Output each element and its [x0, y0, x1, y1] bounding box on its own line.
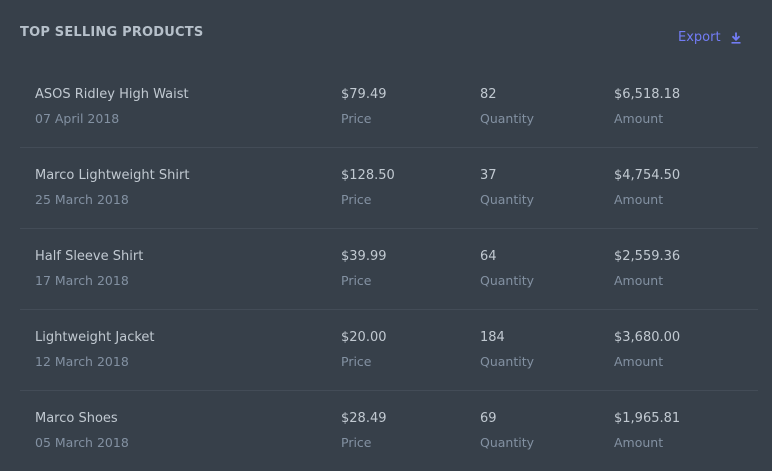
price-label: Price	[341, 111, 372, 126]
product-name: Half Sleeve Shirt	[35, 249, 144, 264]
product-date: 25 March 2018	[35, 192, 129, 207]
table-row[interactable]: Lightweight Jacket 12 March 2018 $20.00 …	[20, 310, 758, 391]
product-date: 07 April 2018	[35, 111, 120, 126]
export-label: Export	[678, 30, 721, 45]
quantity-value: 82	[480, 87, 497, 102]
product-cell: Marco Lightweight Shirt 25 March 2018	[35, 168, 189, 208]
quantity-label: Quantity	[480, 273, 535, 288]
table-row[interactable]: Marco Lightweight Shirt 25 March 2018 $1…	[20, 148, 758, 229]
amount-value: $3,680.00	[614, 330, 681, 345]
quantity-value: 64	[480, 249, 497, 264]
price-cell: $128.50 Price	[341, 168, 395, 208]
price-value: $20.00	[341, 330, 387, 345]
quantity-value: 37	[480, 168, 497, 183]
price-value: $28.49	[341, 411, 387, 426]
quantity-cell: 37 Quantity	[480, 168, 534, 208]
amount-cell: $1,965.81 Amount	[614, 411, 680, 451]
amount-cell: $3,680.00 Amount	[614, 330, 680, 370]
price-value: $39.99	[341, 249, 387, 264]
price-label: Price	[341, 273, 372, 288]
price-label: Price	[341, 354, 372, 369]
product-name: ASOS Ridley High Waist	[35, 87, 189, 102]
product-cell: Lightweight Jacket 12 March 2018	[35, 330, 155, 370]
amount-value: $1,965.81	[614, 411, 681, 426]
price-value: $79.49	[341, 87, 387, 102]
product-cell: Half Sleeve Shirt 17 March 2018	[35, 249, 143, 289]
amount-cell: $6,518.18 Amount	[614, 87, 680, 127]
quantity-cell: 69 Quantity	[480, 411, 534, 451]
product-date: 05 March 2018	[35, 435, 129, 450]
amount-label: Amount	[614, 354, 664, 369]
product-cell: Marco Shoes 05 March 2018	[35, 411, 129, 451]
amount-cell: $4,754.50 Amount	[614, 168, 680, 208]
top-selling-products-card: TOP SELLING PRODUCTS Export ASOS Ridley …	[0, 0, 772, 468]
product-cell: ASOS Ridley High Waist 07 April 2018	[35, 87, 189, 127]
quantity-cell: 64 Quantity	[480, 249, 534, 289]
price-cell: $20.00 Price	[341, 330, 387, 370]
amount-cell: $2,559.36 Amount	[614, 249, 680, 289]
quantity-cell: 184 Quantity	[480, 330, 534, 370]
table-row[interactable]: Marco Shoes 05 March 2018 $28.49 Price 6…	[20, 391, 758, 471]
quantity-value: 69	[480, 411, 497, 426]
quantity-label: Quantity	[480, 435, 535, 450]
price-cell: $79.49 Price	[341, 87, 387, 127]
product-name: Marco Lightweight Shirt	[35, 168, 190, 183]
price-cell: $39.99 Price	[341, 249, 387, 289]
quantity-cell: 82 Quantity	[480, 87, 534, 127]
quantity-label: Quantity	[480, 111, 535, 126]
export-button[interactable]: Export	[678, 30, 741, 46]
quantity-label: Quantity	[480, 192, 535, 207]
card-title: TOP SELLING PRODUCTS	[20, 25, 204, 40]
amount-value: $6,518.18	[614, 87, 681, 102]
amount-label: Amount	[614, 192, 664, 207]
table-row[interactable]: ASOS Ridley High Waist 07 April 2018 $79…	[20, 67, 758, 148]
products-table: ASOS Ridley High Waist 07 April 2018 $79…	[20, 67, 758, 471]
amount-value: $4,754.50	[614, 168, 681, 183]
price-value: $128.50	[341, 168, 395, 183]
price-label: Price	[341, 192, 372, 207]
product-date: 12 March 2018	[35, 354, 129, 369]
product-name: Marco Shoes	[35, 411, 118, 426]
price-label: Price	[341, 435, 372, 450]
amount-value: $2,559.36	[614, 249, 681, 264]
download-icon	[731, 32, 741, 44]
product-date: 17 March 2018	[35, 273, 129, 288]
amount-label: Amount	[614, 111, 664, 126]
quantity-value: 184	[480, 330, 505, 345]
amount-label: Amount	[614, 435, 664, 450]
amount-label: Amount	[614, 273, 664, 288]
product-name: Lightweight Jacket	[35, 330, 155, 345]
quantity-label: Quantity	[480, 354, 535, 369]
price-cell: $28.49 Price	[341, 411, 387, 451]
table-row[interactable]: Half Sleeve Shirt 17 March 2018 $39.99 P…	[20, 229, 758, 310]
